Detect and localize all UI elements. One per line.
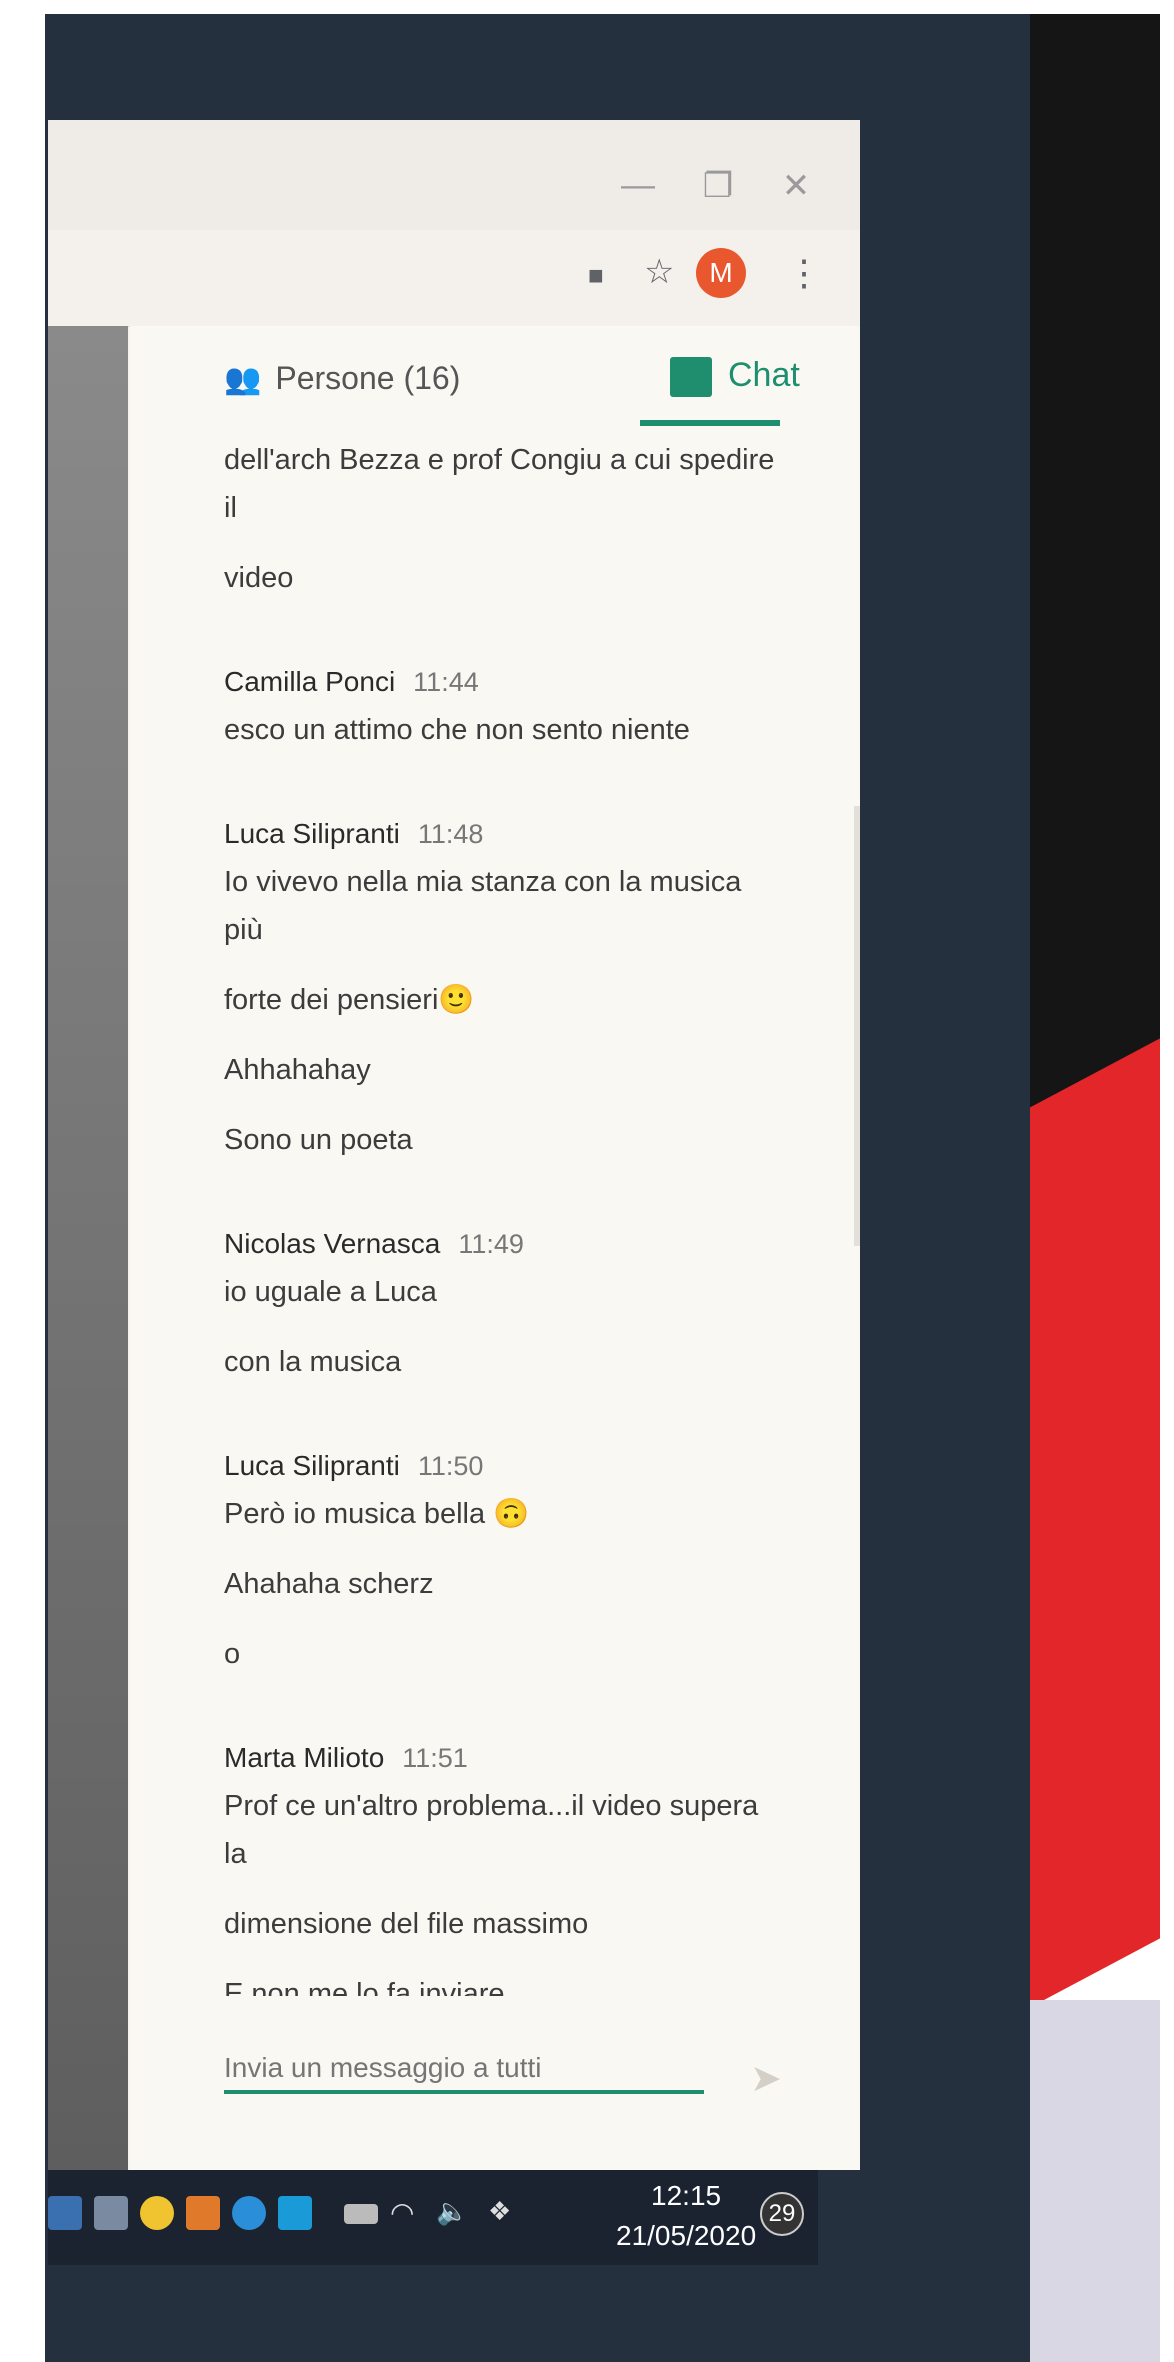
message-header: Marta Milioto 11:51 <box>224 1734 784 1782</box>
app-cyan-icon[interactable] <box>278 2196 312 2230</box>
message-text: forte dei pensieri🙂 <box>224 984 475 1016</box>
chat-icon <box>670 357 712 398</box>
clock-date: 21/05/2020 <box>616 2220 757 2251</box>
active-tab-indicator <box>640 420 780 426</box>
message-header: Camilla Ponci 11:44 <box>224 658 784 706</box>
message-text: Prof ce un'altro problema...il video sup… <box>224 1790 759 1870</box>
message-text: dimensione del file massimo <box>224 1908 589 1940</box>
message-text: dell'arch Bezza e prof Congiu a cui sped… <box>224 444 775 524</box>
message-time: 11:48 <box>417 819 484 849</box>
message-text: Però io musica bella 🙃 <box>224 1498 530 1530</box>
message-header: Luca Silipranti 11:48 <box>224 810 784 858</box>
sender-name: Marta Milioto <box>224 1742 385 1773</box>
message-time: 11:44 <box>413 667 479 697</box>
app-orange-icon[interactable] <box>186 2196 220 2230</box>
send-icon[interactable]: ➤ <box>750 2056 782 2101</box>
more-options-icon[interactable]: ⋮ <box>786 252 822 294</box>
tab-people[interactable]: 👥 Persone (16) <box>224 360 460 397</box>
outlook-icon[interactable] <box>48 2196 82 2230</box>
message-time: 11:50 <box>417 1451 484 1481</box>
star-icon[interactable]: ☆ <box>644 252 674 292</box>
message-header: Luca Silipranti 11:50 <box>224 1442 784 1490</box>
message-text: io uguale a Luca <box>224 1276 437 1308</box>
message-text: Ahhahahay <box>224 1054 371 1086</box>
chrome-icon[interactable] <box>140 2196 174 2230</box>
scrollbar[interactable] <box>854 806 860 1246</box>
video-area <box>48 326 128 2170</box>
windows-taskbar: ◠ 🔈 ❖ 12:15 21/05/2020 29 <box>48 2170 818 2265</box>
volume-icon[interactable]: 🔈 <box>436 2196 470 2230</box>
panel-tabs: 👥 Persone (16) Chat <box>130 326 860 436</box>
clock[interactable]: 12:15 21/05/2020 <box>616 2176 756 2256</box>
restore-button[interactable]: ❐ <box>698 166 738 206</box>
tab-chat-label: Chat <box>728 356 800 394</box>
screen: — ❐ ✕ ■ ☆ ⋮ M 👥 Persone (16) Chat dell'ar… <box>48 120 860 2170</box>
message-header: Nicolas Vernasca 11:49 <box>224 1220 784 1268</box>
battery-icon[interactable] <box>344 2204 378 2224</box>
message-input[interactable] <box>224 2046 704 2094</box>
notification-badge[interactable]: 29 <box>760 2192 804 2236</box>
message-time: 11:51 <box>402 1743 468 1773</box>
meet-side-panel: 👥 Persone (16) Chat dell'arch Bezza e pro… <box>130 326 860 2170</box>
camera-icon[interactable]: ■ <box>588 260 604 291</box>
sender-name: Luca Silipranti <box>224 1450 400 1481</box>
message-text: Ahahaha scherz <box>224 1568 434 1600</box>
people-icon: 👥 <box>224 363 262 396</box>
message-text: esco un attimo che non sento niente <box>224 714 690 746</box>
clock-time: 12:15 <box>651 2180 722 2211</box>
message-text: o <box>224 1638 241 1670</box>
message-text: Sono un poeta <box>224 1124 413 1156</box>
window-titlebar: — ❐ ✕ <box>48 120 860 230</box>
wifi-icon[interactable]: ◠ <box>390 2196 424 2230</box>
close-button[interactable]: ✕ <box>776 166 816 206</box>
tab-chat[interactable]: Chat <box>670 356 800 398</box>
sender-name: Camilla Ponci <box>224 666 396 697</box>
message-composer <box>224 2046 724 2116</box>
app-icon[interactable] <box>94 2196 128 2230</box>
message-text: con la musica <box>224 1346 402 1378</box>
dropbox-icon[interactable]: ❖ <box>488 2196 522 2230</box>
sender-name: Nicolas Vernasca <box>224 1228 441 1259</box>
chat-message-list: dell'arch Bezza e prof Congiu a cui sped… <box>224 436 784 1996</box>
message-time: 11:49 <box>458 1229 524 1259</box>
message-text: video <box>224 562 294 594</box>
minimize-button[interactable]: — <box>618 166 658 205</box>
message-text: E non me lo fa inviare <box>224 1978 505 1996</box>
message-text: Io vivevo nella mia stanza con la musica… <box>224 866 742 946</box>
app-blue-icon[interactable] <box>232 2196 266 2230</box>
avatar[interactable]: M <box>696 248 746 298</box>
tab-people-label: Persone (16) <box>275 360 461 396</box>
sender-name: Luca Silipranti <box>224 818 400 849</box>
